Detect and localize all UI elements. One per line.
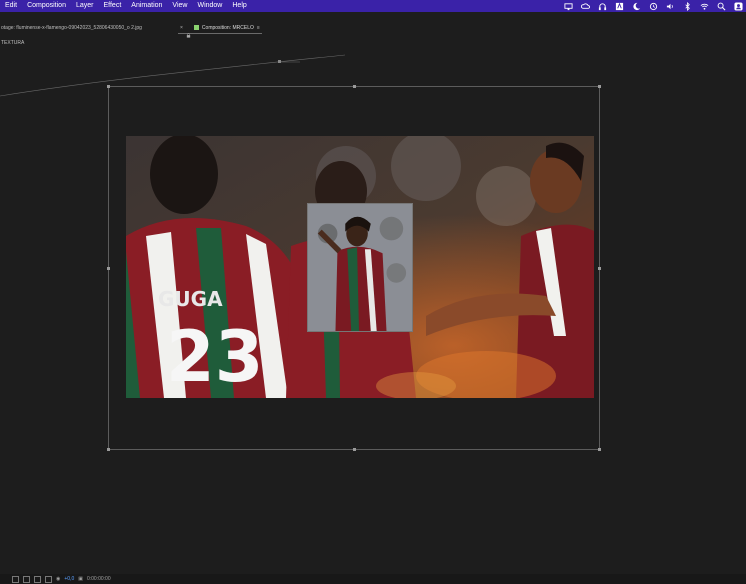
transparency-grid-button[interactable] <box>23 575 30 583</box>
region-of-interest-button[interactable] <box>12 575 19 583</box>
camera-icon[interactable]: ◉ <box>56 576 60 582</box>
transform-handle[interactable] <box>353 448 356 451</box>
transform-handle[interactable] <box>107 85 110 88</box>
transform-handle[interactable] <box>598 448 601 451</box>
transform-handle[interactable] <box>598 85 601 88</box>
inset-image-layer[interactable] <box>307 203 413 332</box>
svg-text:GUGA: GUGA <box>158 287 223 311</box>
transform-handle[interactable] <box>598 267 601 270</box>
snapshot-icon[interactable]: ▣ <box>78 576 83 582</box>
exposure-value[interactable]: +0,0 <box>64 576 74 582</box>
transform-handle[interactable] <box>353 85 356 88</box>
viewer-bottom-toolbar: ◉ +0,0 ▣ 0:00:00:00 <box>0 574 746 584</box>
mask-visibility-button[interactable] <box>34 575 41 583</box>
svg-text:23: 23 <box>166 316 263 398</box>
transform-handle[interactable] <box>107 267 110 270</box>
transform-handle[interactable] <box>107 448 110 451</box>
grid-guides-button[interactable] <box>45 575 52 583</box>
timecode-display[interactable]: 0:00:00:00 <box>87 576 111 582</box>
